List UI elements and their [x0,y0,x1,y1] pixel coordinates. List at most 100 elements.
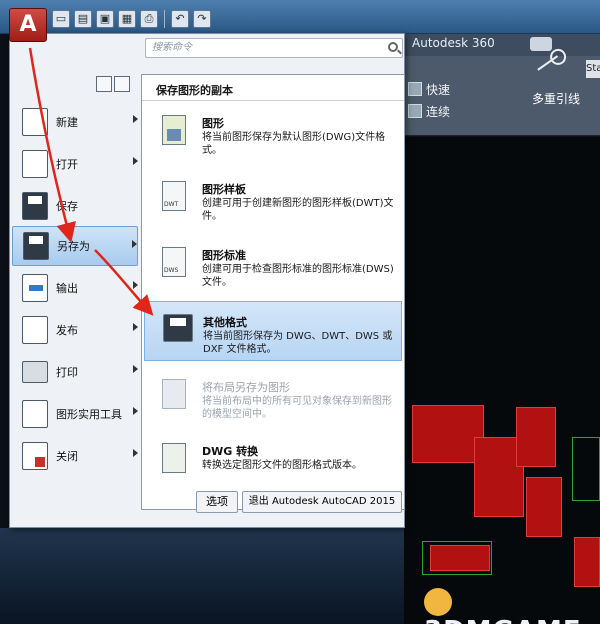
camera-icon[interactable] [530,37,552,51]
menu-item-drawing-utilities[interactable]: 图形实用工具 [12,394,138,434]
save-as-dwg[interactable]: 图形 将当前图形保存为默认图形(DWG)文件格式。 [144,103,402,163]
option-description: 将当前图形保存为 DWG、DWT、DWS 或 DXF 文件格式。 [203,331,393,355]
menu-item-label: 另存为 [57,240,90,253]
chevron-right-icon [133,281,138,289]
dwg-file-icon [162,115,186,145]
application-menu-button[interactable]: A [9,8,47,42]
option-description: 将当前布局中的所有可见对象保存到新图形的模型空间中。 [202,396,392,420]
style-dropdown[interactable]: Sta [586,60,600,78]
option-title: 其他格式 [203,316,247,329]
open-icon[interactable]: ▤ [74,10,92,28]
menu-item-label: 保存 [56,200,78,213]
undo-icon[interactable]: ↶ [171,10,189,28]
chevron-right-icon [132,240,137,248]
recent-docs-icon[interactable] [96,76,112,92]
menu-item-close[interactable]: 关闭 [12,436,138,476]
multileader-icon [537,55,571,89]
menu-item-save[interactable]: 保存 [12,186,138,226]
application-menu: 搜索命令 新建 打开 保存 另存为 输出 发布 打印 图形实用工具 关闭 保存图… [9,33,405,528]
pcb-outline [422,541,492,575]
ribbon-continuous-dimension[interactable]: 连续 [408,102,450,120]
menu-item-new[interactable]: 新建 [12,102,138,142]
drawing-canvas[interactable] [404,137,600,624]
save-as-standards[interactable]: 图形标准 创建可用于检查图形标准的图形标准(DWS)文件。 [144,235,402,295]
menu-item-label: 输出 [56,282,78,295]
menu-item-label: 打印 [56,366,78,379]
menu-item-export[interactable]: 输出 [12,268,138,308]
print-icon[interactable]: ⎙ [140,10,158,28]
menu-item-label: 打开 [56,158,78,171]
option-description: 转换选定图形文件的图形格式版本。 [202,460,362,471]
search-icon[interactable] [388,42,398,52]
option-title: DWG 转换 [202,445,259,458]
option-description: 创建可用于检查图形标准的图形标准(DWS)文件。 [202,264,394,288]
option-title: 图形 [202,117,224,130]
floppy-icon [22,192,48,220]
multileader-button[interactable]: 多重引线 [532,90,580,107]
dwg-convert[interactable]: DWG 转换 转换选定图形文件的图形格式版本。 [144,431,402,491]
tab-autodesk-360[interactable]: Autodesk 360 [412,36,512,54]
submenu-header: 保存图形的副本 [142,75,404,101]
chevron-right-icon [133,449,138,457]
menu-item-print[interactable]: 打印 [12,352,138,392]
menu-item-label: 发布 [56,324,78,337]
save-icon[interactable]: ▣ [96,10,114,28]
menu-item-publish[interactable]: 发布 [12,310,138,350]
option-description: 创建可用于创建新图形的图形样板(DWT)文件。 [202,198,394,222]
menu-item-open[interactable]: 打开 [12,144,138,184]
quick-dimension-icon [408,82,422,96]
save-as-submenu: 保存图形的副本 图形 将当前图形保存为默认图形(DWG)文件格式。 图形样板 创… [141,74,405,510]
redo-icon[interactable]: ↷ [193,10,211,28]
save-as-icon [23,232,49,260]
chevron-right-icon [133,407,138,415]
option-description: 将当前图形保存为默认图形(DWG)文件格式。 [202,132,386,156]
option-title: 图形标准 [202,249,246,262]
open-folder-icon [22,150,48,178]
save-layout-as-drawing: 将布局另存为图形 将当前布局中的所有可见对象保存到新图形的模型空间中。 [144,367,402,427]
exit-autocad-button[interactable]: 退出 Autodesk AutoCAD 2015 [242,491,402,513]
menu-item-label: 新建 [56,116,78,129]
pcb-part [526,477,562,537]
search-input[interactable]: 搜索命令 [145,38,403,58]
option-title: 图形样板 [202,183,246,196]
ribbon-panel: 快速 连续 多重引线 Sta [404,55,600,136]
close-doc-icon [22,442,48,470]
publish-icon [22,316,48,344]
chevron-right-icon [133,365,138,373]
dwg-convert-icon [162,443,186,473]
ribbon-continuous-label: 连续 [426,104,451,119]
ribbon-quick-dimension[interactable]: 快速 [408,80,450,98]
export-icon [22,274,48,302]
floppy-icon [163,314,193,342]
new-doc-icon [22,108,48,136]
pcb-part [516,407,556,467]
dwt-file-icon [162,181,186,211]
menu-item-save-as[interactable]: 另存为 [12,226,138,266]
options-button[interactable]: 选项 [196,491,238,513]
dws-file-icon [162,247,186,277]
pcb-outline [572,437,600,501]
watermark-text: 3DMGAME [424,616,582,624]
watermark-logo-icon [424,587,452,616]
toolbar-separator [164,10,165,28]
continuous-dimension-icon [408,104,422,118]
save-as-other-formats[interactable]: 其他格式 将当前图形保存为 DWG、DWT、DWS 或 DXF 文件格式。 [144,301,402,361]
ribbon-quick-label: 快速 [426,82,451,97]
menu-item-label: 图形实用工具 [56,407,122,421]
printer-icon [22,361,48,383]
recent-documents-toggle [96,76,130,92]
chevron-right-icon [133,323,138,331]
menu-item-label: 关闭 [56,450,78,463]
quick-access-toolbar: ▭ ▤ ▣ ▦ ⎙ ↶ ↷ [52,10,211,30]
save-as-icon[interactable]: ▦ [118,10,136,28]
chevron-right-icon [133,157,138,165]
open-docs-icon[interactable] [114,76,130,92]
pcb-part [574,537,600,587]
watermark: 3DMGAME [424,586,600,624]
save-as-template[interactable]: 图形样板 创建可用于创建新图形的图形样板(DWT)文件。 [144,169,402,229]
desktop-background [0,528,404,624]
option-title: 将布局另存为图形 [202,381,290,394]
new-icon[interactable]: ▭ [52,10,70,28]
chevron-right-icon [133,115,138,123]
tools-icon [22,400,48,428]
